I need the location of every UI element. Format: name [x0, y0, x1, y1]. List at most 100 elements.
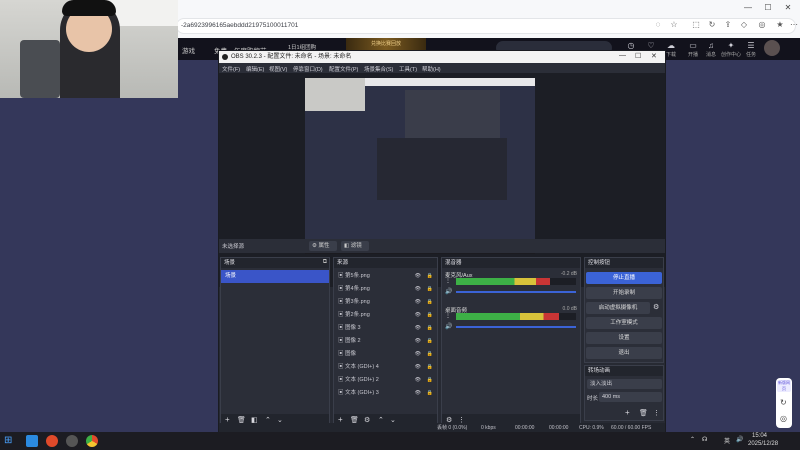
- scene-item[interactable]: 场景: [221, 270, 329, 283]
- new-version-label[interactable]: 新版网页: [777, 380, 791, 392]
- menu-profile[interactable]: 配置文件(P): [329, 65, 358, 73]
- extension-icon[interactable]: ⬚: [690, 19, 702, 31]
- refresh-icon[interactable]: ↻: [780, 398, 787, 407]
- kebab-icon[interactable]: ⋮: [445, 277, 451, 284]
- filters-button[interactable]: ◧ 滤镜: [341, 241, 369, 251]
- eye-off-icon[interactable]: ◌: [652, 19, 664, 31]
- visibility-icon[interactable]: 👁: [415, 296, 421, 309]
- profile-icon[interactable]: ◎: [756, 19, 768, 31]
- lock-icon[interactable]: 🔒: [427, 335, 433, 348]
- share-icon[interactable]: ⇪: [722, 19, 734, 31]
- chrome-icon[interactable]: [86, 435, 98, 447]
- source-item[interactable]: ▣ 图像 3 👁 🔒: [334, 322, 437, 335]
- visibility-icon[interactable]: 👁: [415, 270, 421, 283]
- kebab-icon[interactable]: ⋮: [653, 409, 660, 417]
- visibility-icon[interactable]: 👁: [415, 283, 421, 296]
- lock-icon[interactable]: 🔒: [427, 361, 433, 374]
- desktop-volume-slider[interactable]: [456, 326, 576, 328]
- obs-close-icon[interactable]: ✕: [651, 52, 657, 60]
- bell-icon[interactable]: ♫: [702, 41, 720, 50]
- settings-button[interactable]: 设置: [586, 332, 662, 344]
- translate-icon[interactable]: ↻: [706, 19, 718, 31]
- lock-icon[interactable]: 🔒: [427, 322, 433, 335]
- transition-select[interactable]: 淡入淡出: [587, 379, 662, 389]
- source-item[interactable]: ▣ 第4条.png 👁 🔒: [334, 283, 437, 296]
- bulb-icon[interactable]: ✦: [722, 41, 740, 50]
- visibility-icon[interactable]: 👁: [415, 374, 421, 387]
- preview-canvas[interactable]: [305, 78, 535, 254]
- start-recording-button[interactable]: 开始录制: [586, 287, 662, 299]
- windows-start-icon[interactable]: ⊞: [4, 435, 16, 447]
- banner[interactable]: 兑换比赛回放: [346, 38, 426, 50]
- cloud-icon[interactable]: ☁: [662, 41, 680, 50]
- menu-scene-collection[interactable]: 场景集合(S): [364, 65, 393, 73]
- dock-undock-icon[interactable]: ⧉: [323, 259, 327, 266]
- lock-icon[interactable]: 🔒: [427, 309, 433, 322]
- source-item[interactable]: ▣ 文本 (GDI+) 4 👁 🔒: [334, 361, 437, 374]
- visibility-icon[interactable]: 👁: [415, 335, 421, 348]
- source-item[interactable]: ▣ 第5条.png 👁 🔒: [334, 270, 437, 283]
- lock-icon[interactable]: 🔒: [427, 270, 433, 283]
- obs-minimize-icon[interactable]: —: [619, 52, 626, 59]
- minimize-icon[interactable]: —: [740, 2, 756, 14]
- app-icon[interactable]: [46, 435, 58, 447]
- bookmark-icon[interactable]: ◇: [738, 19, 750, 31]
- broadcast-icon[interactable]: ▭: [684, 41, 702, 50]
- lock-icon[interactable]: 🔒: [427, 374, 433, 387]
- task-icon[interactable]: ☰: [742, 41, 760, 50]
- studio-mode-button[interactable]: 工作室模式: [586, 317, 662, 329]
- source-item[interactable]: ▣ 第2条.png 👁 🔒: [334, 309, 437, 322]
- trash-icon[interactable]: 🗑: [639, 409, 648, 417]
- maximize-icon[interactable]: ☐: [760, 2, 776, 14]
- obs-taskbar-icon[interactable]: [66, 435, 78, 447]
- visibility-icon[interactable]: 👁: [415, 309, 421, 322]
- mic-volume-slider[interactable]: [456, 291, 576, 293]
- headset-icon[interactable]: ☊: [702, 436, 707, 443]
- menu-icon[interactable]: ⋯: [788, 19, 800, 31]
- clock-icon[interactable]: ◷: [622, 41, 640, 50]
- source-item[interactable]: ▣ 第3条.png 👁 🔒: [334, 296, 437, 309]
- visibility-icon[interactable]: 👁: [415, 387, 421, 400]
- nav-games[interactable]: 游戏: [182, 45, 195, 55]
- menu-help[interactable]: 帮助(H): [422, 65, 441, 73]
- lock-icon[interactable]: 🔒: [427, 283, 433, 296]
- menu-docks[interactable]: 停靠窗口(D): [293, 65, 323, 73]
- menu-edit[interactable]: 编辑(E): [246, 65, 264, 73]
- visibility-icon[interactable]: 👁: [415, 348, 421, 361]
- source-item[interactable]: ▣ 图像 👁 🔒: [334, 348, 437, 361]
- menu-view[interactable]: 视图(V): [269, 65, 287, 73]
- explorer-icon[interactable]: [26, 435, 38, 447]
- avatar[interactable]: [764, 40, 780, 56]
- heart-icon[interactable]: ♡: [642, 41, 660, 50]
- exit-button[interactable]: 退出: [586, 347, 662, 359]
- preview-area[interactable]: [219, 73, 665, 287]
- properties-button[interactable]: ⚙ 属性: [309, 241, 337, 251]
- address-bar[interactable]: -2a6923996165aebddd21975100011701: [176, 18, 796, 34]
- gear-icon[interactable]: ⚙: [653, 303, 659, 311]
- duration-input[interactable]: 400 ms: [599, 392, 662, 402]
- star-icon[interactable]: ☆: [668, 19, 680, 31]
- close-icon[interactable]: ✕: [780, 2, 796, 14]
- speaker-icon[interactable]: 🔊: [445, 323, 452, 330]
- lock-icon[interactable]: 🔒: [427, 296, 433, 309]
- lock-icon[interactable]: 🔒: [427, 387, 433, 400]
- source-item[interactable]: ▣ 文本 (GDI+) 2 👁 🔒: [334, 374, 437, 387]
- menu-tools[interactable]: 工具(T): [399, 65, 417, 73]
- favorites-icon[interactable]: ★: [774, 19, 786, 31]
- ime-indicator[interactable]: 英: [724, 436, 730, 445]
- target-icon[interactable]: ◎: [780, 414, 787, 423]
- lock-icon[interactable]: 🔒: [427, 348, 433, 361]
- speaker-icon[interactable]: 🔊: [736, 436, 743, 443]
- virtual-camera-button[interactable]: 启动虚拟摄像机: [586, 302, 650, 314]
- stop-streaming-button[interactable]: 停止直播: [586, 272, 662, 284]
- visibility-icon[interactable]: 👁: [415, 322, 421, 335]
- source-item[interactable]: ▣ 文本 (GDI+) 3 👁 🔒: [334, 387, 437, 400]
- add-icon[interactable]: +: [625, 408, 630, 417]
- obs-maximize-icon[interactable]: ☐: [635, 52, 641, 60]
- menu-file[interactable]: 文件(F): [222, 65, 240, 73]
- speaker-icon[interactable]: 🔊: [445, 288, 452, 295]
- visibility-icon[interactable]: 👁: [415, 361, 421, 374]
- source-item[interactable]: ▣ 图像 2 👁 🔒: [334, 335, 437, 348]
- tray-up-icon[interactable]: ⌃: [690, 436, 695, 443]
- kebab-icon[interactable]: ⋮: [445, 312, 451, 319]
